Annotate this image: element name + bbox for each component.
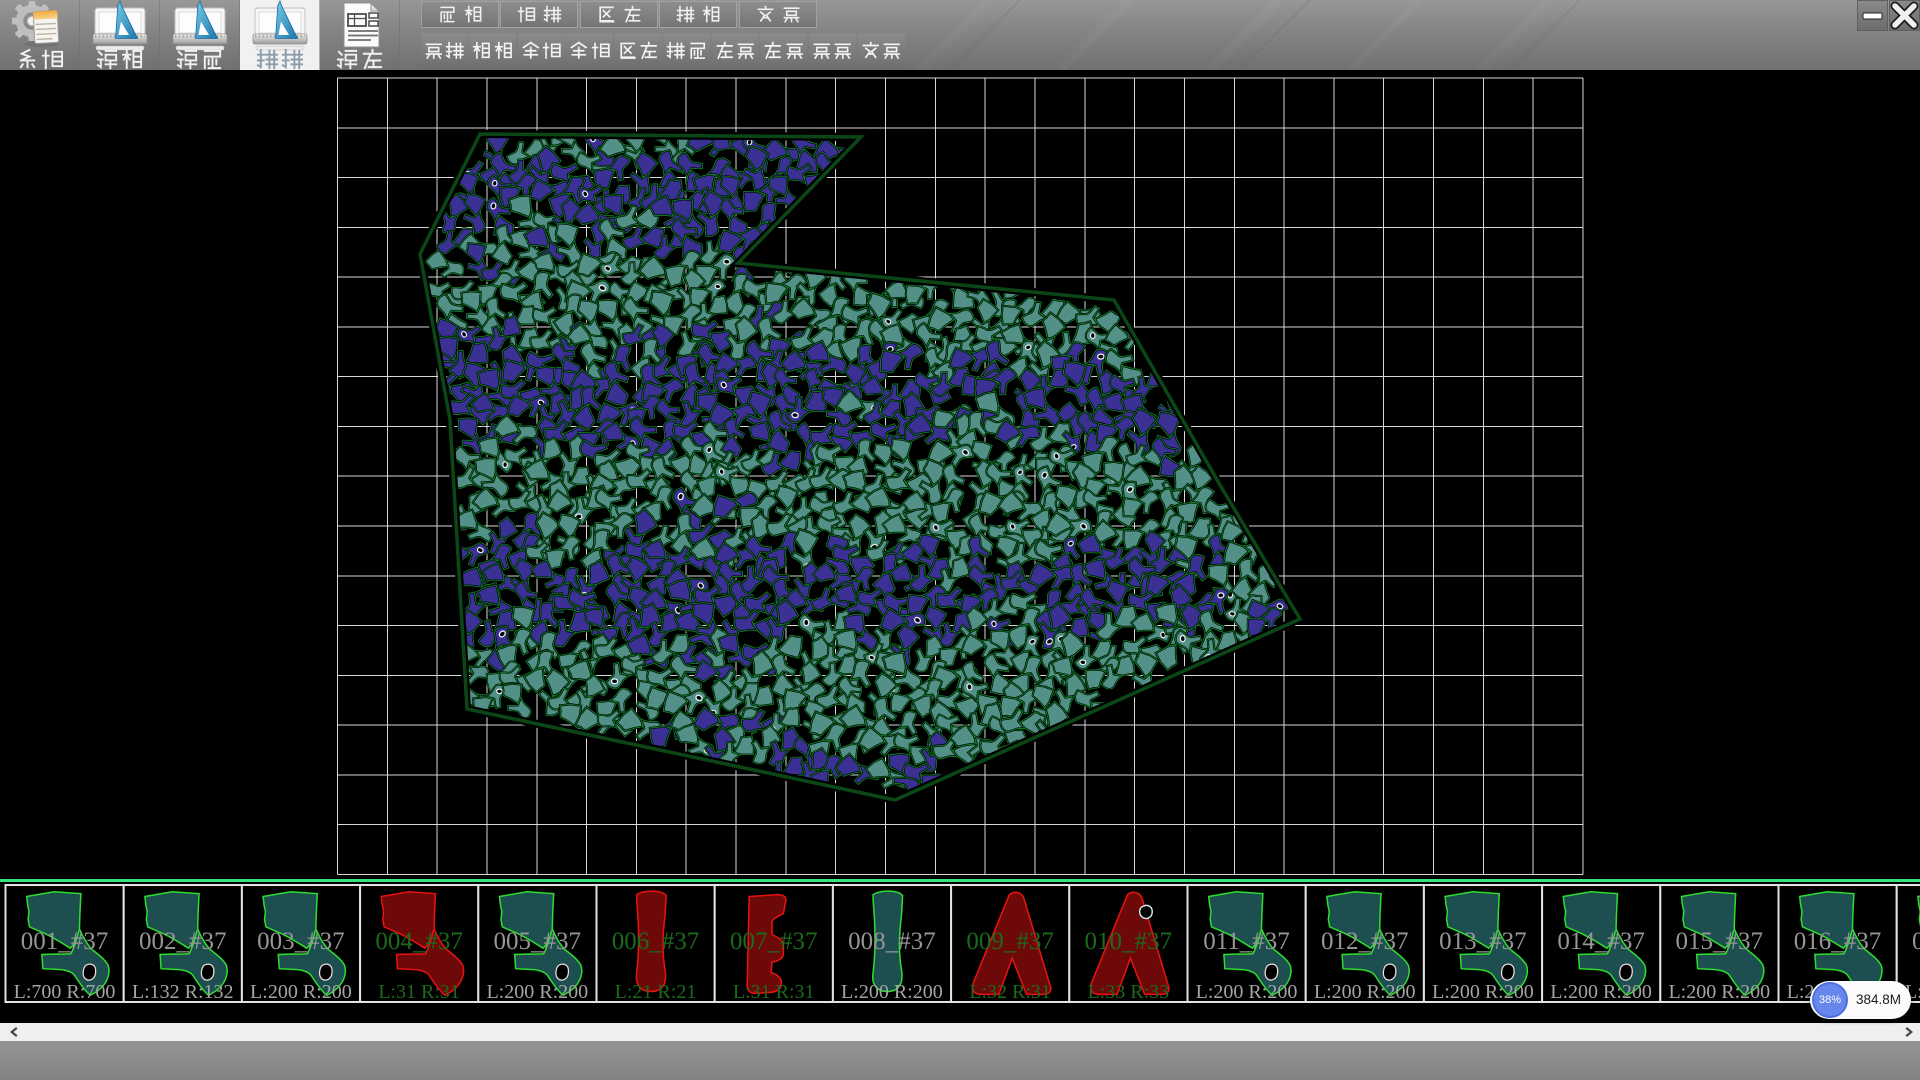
svg-text:L:21 R:21: L:21 R:21 [615, 981, 697, 1003]
svg-text:003_#37: 003_#37 [257, 928, 345, 955]
svg-text:L:32 R:31: L:32 R:31 [969, 981, 1051, 1003]
svg-text:011_#37: 011_#37 [1203, 928, 1290, 955]
svg-text:008_#37: 008_#37 [848, 928, 936, 955]
svg-text:012_#37: 012_#37 [1321, 928, 1409, 955]
svg-text:L:200 R:200: L:200 R:200 [1550, 981, 1652, 1003]
svg-text:L:200 R:200: L:200 R:200 [1432, 981, 1534, 1003]
svg-text:013_#37: 013_#37 [1439, 928, 1527, 955]
svg-text:L:200 R:200: L:200 R:200 [486, 981, 588, 1003]
svg-text:015_#37: 015_#37 [1676, 928, 1764, 955]
svg-text:009_#37: 009_#37 [966, 928, 1054, 955]
svg-text:004_#37: 004_#37 [375, 928, 463, 955]
svg-text:L:132 R:132: L:132 R:132 [132, 981, 234, 1003]
svg-text:L:200 R:200: L:200 R:200 [841, 981, 943, 1003]
svg-text:006_#37: 006_#37 [612, 928, 700, 955]
svg-text:002_#37: 002_#37 [139, 928, 227, 955]
svg-text:L:200 R:200: L:200 R:200 [1314, 981, 1416, 1003]
svg-text:L:200 R:200: L:200 R:200 [1668, 981, 1770, 1003]
svg-text:016_#37: 016_#37 [1794, 928, 1882, 955]
svg-text:L:200 R:200: L:200 R:200 [1196, 981, 1298, 1003]
svg-text:005_#37: 005_#37 [494, 928, 582, 955]
svg-text:L:200 R:200: L:200 R:200 [250, 981, 352, 1003]
svg-text:014_#37: 014_#37 [1557, 928, 1645, 955]
svg-text:007_#37: 007_#37 [730, 928, 818, 955]
svg-text:L:700 R:700: L:700 R:700 [14, 981, 116, 1003]
svg-text:001_#37: 001_#37 [21, 928, 109, 955]
svg-text:L:33 R:33: L:33 R:33 [1087, 981, 1169, 1003]
svg-text:L:31 R:31: L:31 R:31 [378, 981, 460, 1003]
svg-text:017_#37: 017_#37 [1912, 928, 1920, 955]
svg-text:010_#37: 010_#37 [1085, 928, 1173, 955]
svg-text:L:31 R:31: L:31 R:31 [733, 981, 815, 1003]
